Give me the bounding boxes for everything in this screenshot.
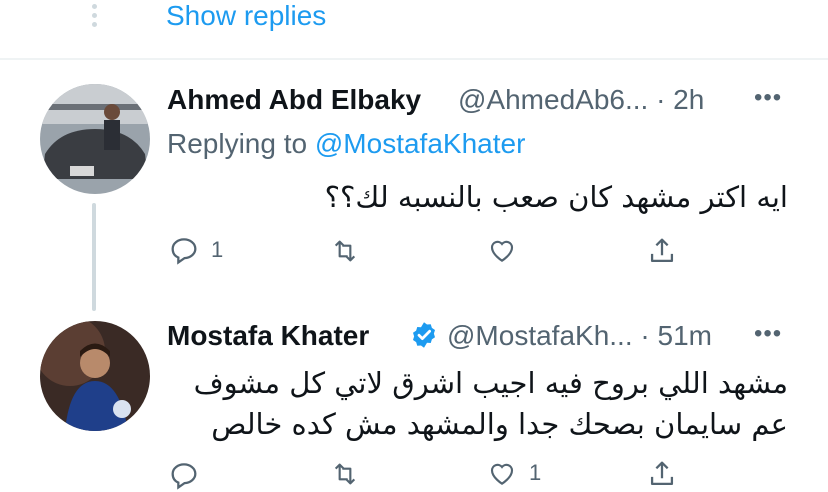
- retweet-button[interactable]: [328, 458, 362, 490]
- like-count: 1: [529, 460, 542, 485]
- reply-icon: [171, 463, 197, 490]
- more-options-icon[interactable]: •••: [754, 84, 782, 112]
- like-button[interactable]: 1: [485, 457, 541, 489]
- heart-icon: [490, 463, 514, 485]
- handle-and-time[interactable]: @AhmedAb6... · 2h: [458, 84, 704, 116]
- share-icon: [650, 238, 674, 263]
- reply-icon: [171, 238, 197, 265]
- retweet-icon: [334, 240, 356, 262]
- tweet-text-line: مشهد اللي بروح فيه اجيب اشرق لاتي كل مشو…: [193, 366, 788, 400]
- share-icon: [650, 461, 674, 486]
- reply-button[interactable]: [167, 458, 201, 492]
- thread-connector: [92, 203, 96, 311]
- retweet-icon: [334, 463, 356, 485]
- reply-count: 1: [211, 237, 224, 262]
- handle-and-time[interactable]: @MostafaKh... · 51m: [447, 320, 712, 352]
- share-button[interactable]: [645, 234, 679, 268]
- divider: [0, 58, 828, 60]
- author-name[interactable]: Mostafa Khater: [167, 320, 369, 352]
- share-button[interactable]: [645, 457, 679, 491]
- retweet-button[interactable]: [328, 235, 362, 267]
- avatar[interactable]: [40, 84, 150, 194]
- thread-more-dots-icon: [88, 4, 100, 32]
- like-button[interactable]: [485, 234, 519, 266]
- heart-icon: [490, 240, 514, 262]
- replying-to-handle[interactable]: @MostafaKhater: [315, 128, 526, 159]
- author-name[interactable]: Ahmed Abd Elbaky: [167, 84, 421, 116]
- replying-to-label: Replying to: [167, 128, 315, 159]
- more-options-icon[interactable]: •••: [754, 320, 782, 348]
- reply-button[interactable]: 1: [167, 233, 223, 267]
- tweet-text-line: عم سايمان بصحك جدا والمشهد مش كده خالص: [211, 407, 788, 441]
- tweet-text: ايه اكتر مشهد كان صعب بالنسبه لك؟؟: [324, 180, 788, 214]
- replying-to: Replying to @MostafaKhater: [167, 128, 525, 160]
- show-replies-link[interactable]: Show replies: [166, 0, 326, 32]
- avatar[interactable]: [40, 321, 150, 431]
- verified-badge-icon: [409, 320, 439, 355]
